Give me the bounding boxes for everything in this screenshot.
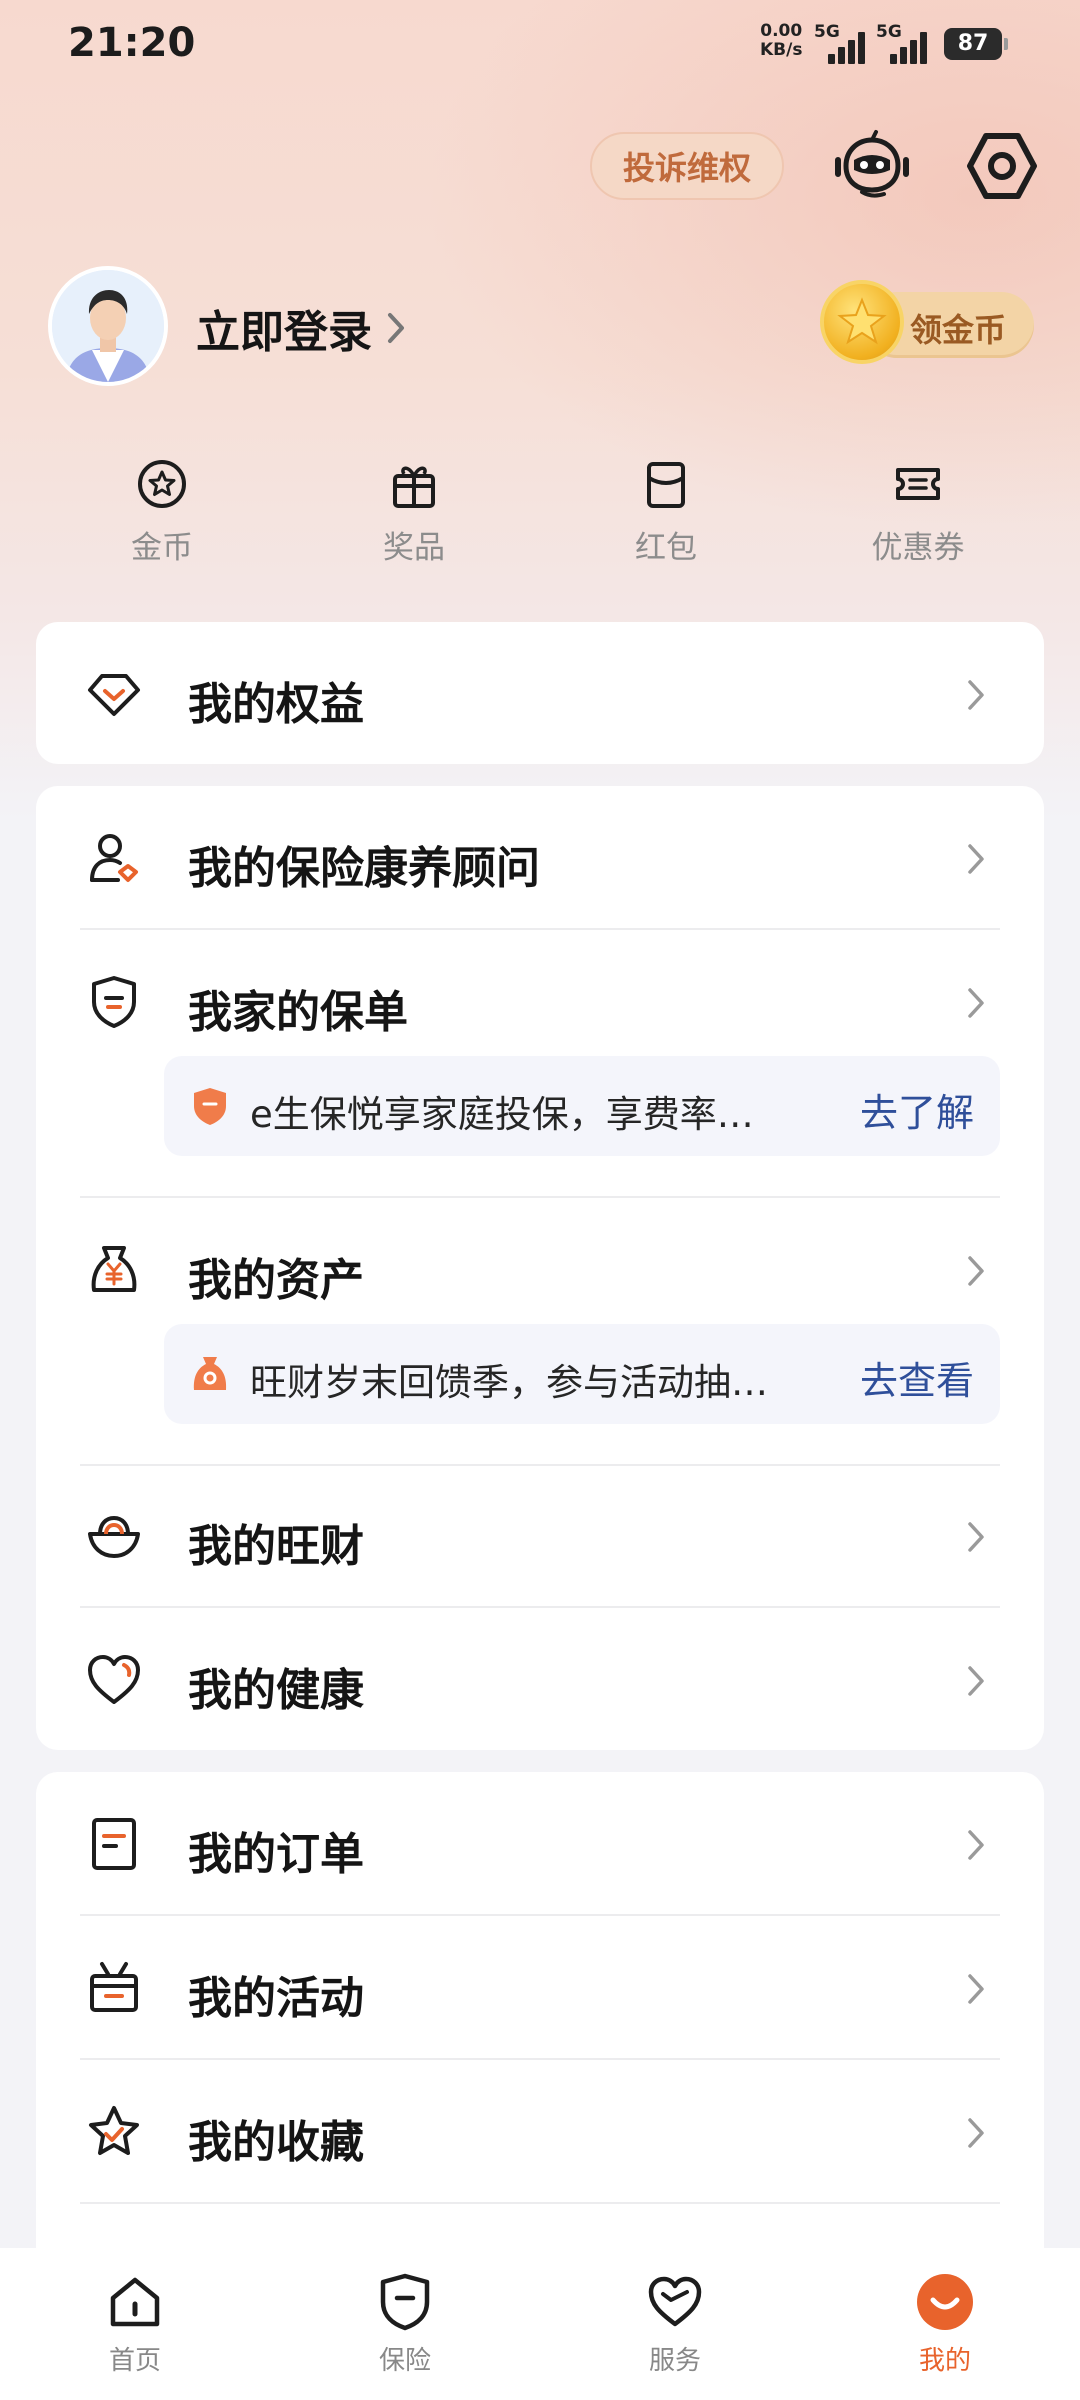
- row-my-activities-label: 我的活动: [188, 1973, 364, 2024]
- rights-card: 我的权益: [36, 622, 1044, 764]
- gold-coin-icon: [820, 280, 904, 364]
- gift-icon: [393, 466, 435, 508]
- assets-card: 我的保险康养顾问 我家的保单 e生保悦享家庭投保，享费率… 去了解 我的资产 旺…: [36, 786, 1044, 1750]
- quick-coupons-label: 优惠券: [871, 530, 965, 566]
- row-my-rights-label: 我的权益: [188, 679, 364, 730]
- row-my-activities[interactable]: 我的活动: [36, 1916, 1044, 2060]
- chevron-right-icon: [968, 1974, 984, 2004]
- chevron-right-icon: [388, 313, 404, 343]
- chevron-right-icon: [968, 1830, 984, 1860]
- row-my-favorites[interactable]: 我的收藏: [36, 2060, 1044, 2204]
- get-coins-label: 领金币: [910, 311, 1007, 349]
- quick-prizes-label: 奖品: [383, 530, 445, 566]
- policy-promo-banner[interactable]: e生保悦享家庭投保，享费率… 去了解: [164, 1056, 1000, 1156]
- bottom-tab-bar: 首页 保险 服务 我的: [0, 2248, 1080, 2400]
- divider: [80, 2202, 1000, 2204]
- tab-insurance[interactable]: 保险: [270, 2248, 540, 2400]
- row-insurance-advisor-label: 我的保险康养顾问: [188, 843, 540, 894]
- row-my-assets[interactable]: 我的资产: [36, 1198, 1044, 1342]
- shield-icon: [92, 976, 136, 1028]
- network-speed-unit: KB/s: [760, 40, 803, 60]
- assets-promo-link[interactable]: 去查看: [860, 1350, 974, 1405]
- row-insurance-advisor[interactable]: 我的保险康养顾问: [36, 786, 1044, 930]
- home-icon: [110, 2277, 160, 2327]
- row-family-policies-label: 我家的保单: [188, 987, 408, 1038]
- row-my-orders-label: 我的订单: [188, 1829, 364, 1880]
- order-document-icon: [92, 1818, 136, 1870]
- row-family-policies[interactable]: 我家的保单: [36, 930, 1044, 1074]
- chevron-right-icon: [968, 844, 984, 874]
- advisor-person-icon: [90, 834, 138, 882]
- coin-icon: [138, 460, 186, 508]
- orange-money-bag-icon: [193, 1357, 227, 1390]
- orders-card: 我的订单 我的活动 我的收藏: [36, 1772, 1044, 2292]
- status-bar: 21:20 0.00 KB/s 5G 5G 87: [0, 0, 1080, 90]
- chevron-right-icon: [968, 1256, 984, 1286]
- default-user-avatar-icon: [52, 270, 164, 382]
- diamond-icon: [88, 674, 140, 716]
- quick-red-envelope[interactable]: 红包: [540, 456, 792, 576]
- complaint-button[interactable]: 投诉维权: [590, 132, 784, 200]
- battery-icon: 87: [944, 28, 1008, 60]
- status-time: 21:20: [68, 20, 196, 66]
- row-my-health-label: 我的健康: [188, 1665, 364, 1716]
- red-envelope-icon: [647, 462, 685, 508]
- policy-promo-text: e生保悦享家庭投保，享费率…: [250, 1093, 754, 1136]
- tab-services-label: 服务: [648, 2346, 701, 2376]
- money-bag-icon: [91, 1246, 137, 1292]
- chevron-right-icon: [968, 1522, 984, 1552]
- tab-mine-label: 我的: [918, 2346, 971, 2376]
- tab-home-label: 首页: [108, 2346, 161, 2376]
- row-my-wangcai-label: 我的旺财: [188, 1521, 364, 1572]
- login-link[interactable]: 立即登录: [196, 296, 406, 360]
- quick-coupons[interactable]: 优惠券: [792, 456, 1044, 576]
- policy-promo-link[interactable]: 去了解: [860, 1082, 974, 1137]
- settings-gear-icon[interactable]: [962, 128, 1042, 204]
- gold-ingot-icon: [88, 1515, 140, 1558]
- chevron-right-icon: [968, 680, 984, 710]
- tab-mine[interactable]: 我的: [810, 2248, 1080, 2400]
- heart-icon: [648, 2276, 702, 2327]
- row-my-assets-label: 我的资产: [188, 1255, 364, 1306]
- row-my-favorites-label: 我的收藏: [188, 2117, 364, 2168]
- chevron-right-icon: [968, 2118, 984, 2148]
- assets-promo-text: 旺财岁末回馈季，参与活动抽…: [250, 1361, 768, 1404]
- quick-entries: 金币 奖品 红包 优惠券: [36, 456, 1044, 576]
- tab-services[interactable]: 服务: [540, 2248, 810, 2400]
- activity-box-icon: [90, 1962, 138, 2012]
- avatar[interactable]: [48, 266, 168, 386]
- row-my-wangcai[interactable]: 我的旺财: [36, 1464, 1044, 1608]
- login-label: 立即登录: [196, 307, 372, 358]
- network-speed: 0.00 KB/s: [760, 22, 802, 60]
- quick-prizes[interactable]: 奖品: [288, 456, 540, 576]
- chevron-right-icon: [968, 988, 984, 1018]
- coupon-icon: [896, 468, 940, 500]
- tab-insurance-label: 保险: [378, 2346, 431, 2376]
- row-my-health[interactable]: 我的健康: [36, 1608, 1044, 1752]
- smiley-profile-icon: [917, 2274, 973, 2330]
- quick-red-envelope-label: 红包: [635, 530, 697, 566]
- get-coins-button[interactable]: 领金币: [820, 280, 1034, 364]
- star-favorite-icon: [89, 2106, 139, 2155]
- network-speed-value: 0.00: [760, 21, 803, 41]
- assets-promo-banner[interactable]: 旺财岁末回馈季，参与活动抽… 去查看: [164, 1324, 1000, 1424]
- row-my-orders[interactable]: 我的订单: [36, 1772, 1044, 1916]
- row-my-rights[interactable]: 我的权益: [36, 622, 1044, 764]
- customer-service-robot-icon[interactable]: [832, 128, 912, 204]
- tab-home[interactable]: 首页: [0, 2248, 270, 2400]
- quick-coins[interactable]: 金币: [36, 456, 288, 576]
- quick-coins-label: 金币: [131, 530, 193, 566]
- orange-shield-icon: [194, 1088, 226, 1125]
- heart-icon: [88, 1655, 140, 1704]
- chevron-right-icon: [968, 1666, 984, 1696]
- shield-icon: [380, 2273, 430, 2331]
